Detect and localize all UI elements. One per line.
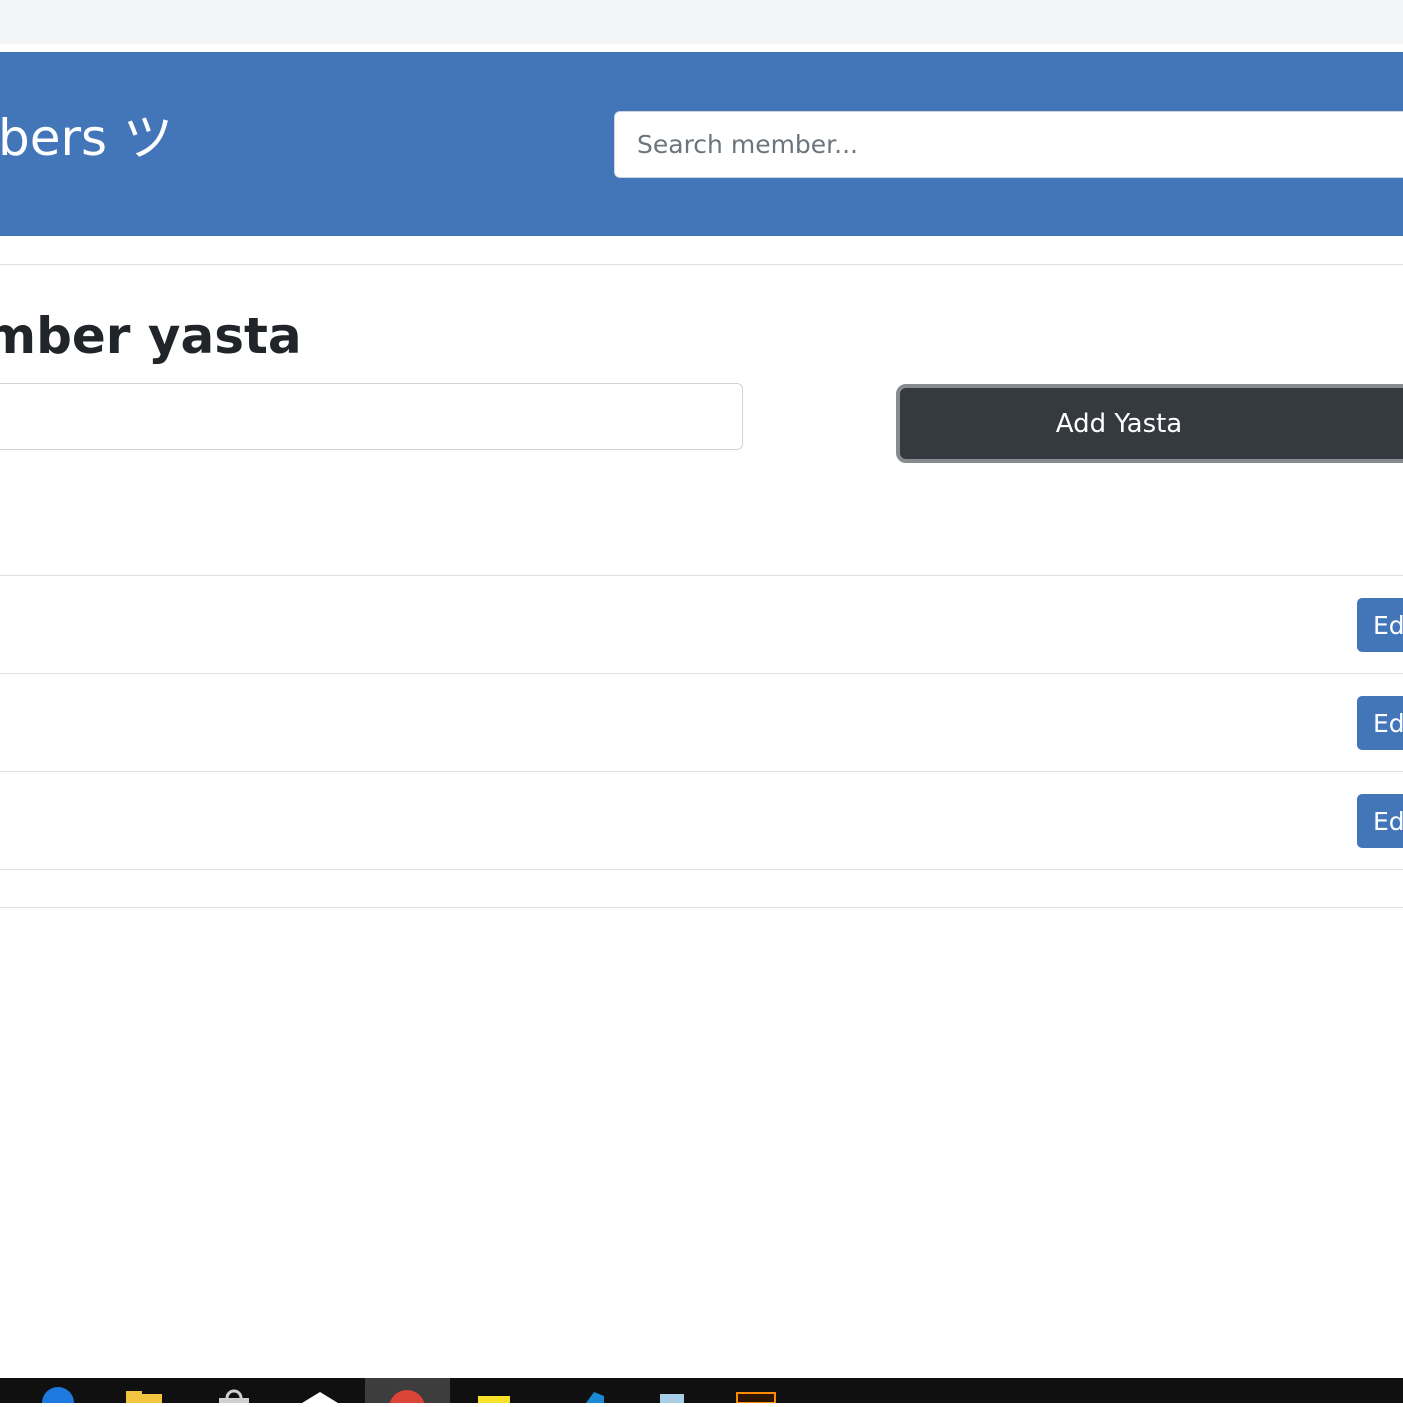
form-title: mber yasta bbox=[0, 307, 302, 365]
add-yasta-button[interactable]: Add Yasta bbox=[896, 384, 1403, 463]
chrome-icon[interactable] bbox=[365, 1378, 450, 1407]
edit-button[interactable]: Edi bbox=[1357, 598, 1403, 652]
yasta-input[interactable] bbox=[0, 383, 743, 450]
divider bbox=[0, 869, 1403, 870]
illustrator-icon[interactable] bbox=[734, 1378, 778, 1404]
edit-button[interactable]: Edi bbox=[1357, 794, 1403, 848]
browser-top-strip bbox=[0, 0, 1403, 44]
table-row: Edi bbox=[0, 771, 1403, 870]
edge-icon[interactable] bbox=[40, 1378, 76, 1407]
table-row: Edi bbox=[0, 673, 1403, 772]
edit-button[interactable]: Edi bbox=[1357, 696, 1403, 750]
snipping-tool-icon[interactable] bbox=[214, 1378, 254, 1407]
sticky-notes-icon[interactable] bbox=[476, 1378, 512, 1403]
file-explorer-icon[interactable] bbox=[124, 1378, 164, 1403]
vscode-icon[interactable] bbox=[572, 1378, 608, 1403]
taskbar bbox=[0, 1378, 1403, 1407]
table-row: Edi bbox=[0, 575, 1403, 674]
divider bbox=[0, 264, 1403, 265]
search-input[interactable] bbox=[614, 111, 1403, 178]
page-title: bers ツ bbox=[0, 109, 173, 167]
notepad-icon[interactable] bbox=[654, 1378, 690, 1403]
app-icon[interactable] bbox=[298, 1378, 342, 1403]
divider bbox=[0, 907, 1403, 908]
